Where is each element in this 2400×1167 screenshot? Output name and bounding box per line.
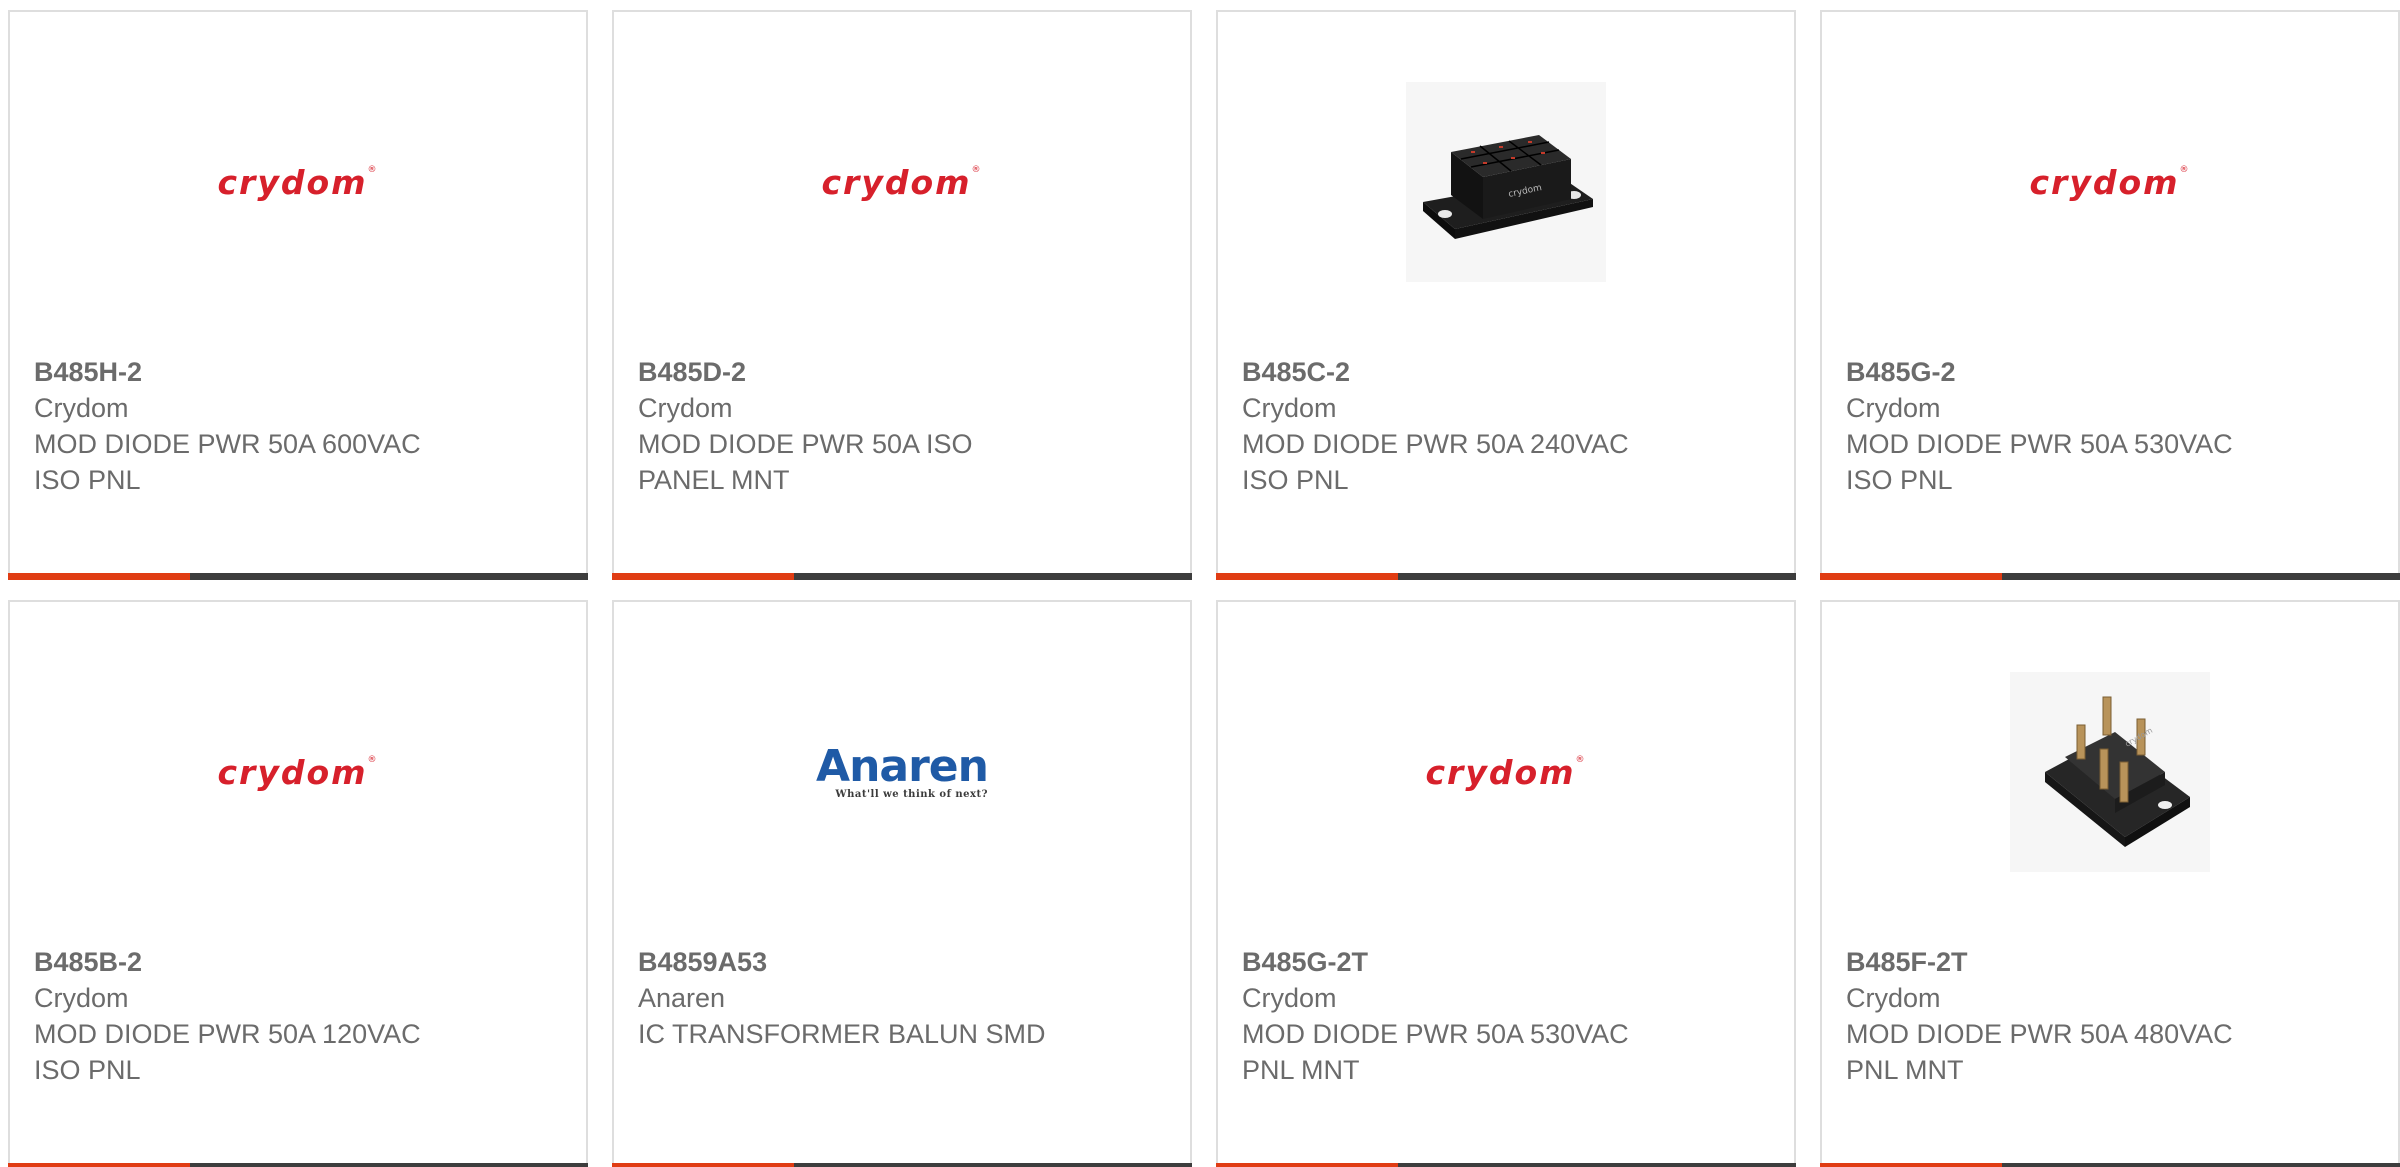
crydom-logo: crydom®: [217, 752, 379, 792]
crydom-logo: crydom®: [217, 162, 379, 202]
card-accent-bar: [1216, 1163, 1398, 1167]
description-line1: MOD DIODE PWR 50A 480VAC: [1846, 1019, 2233, 1049]
product-card[interactable]: crydom® B485B-2 Crydom MOD DIODE PWR 50A…: [8, 600, 588, 1167]
description-line2: ISO PNL: [1242, 465, 1349, 495]
manufacturer: Crydom: [1846, 393, 1941, 423]
card-bottom-bar: [612, 1163, 1192, 1167]
description-line1: MOD DIODE PWR 50A 120VAC: [34, 1019, 421, 1049]
card-accent-bar: [1820, 573, 2002, 580]
manufacturer: Anaren: [638, 983, 726, 1013]
description-line2: ISO PNL: [1846, 465, 1953, 495]
product-image: crydom: [1218, 77, 1794, 287]
description-line1: MOD DIODE PWR 50A ISO: [638, 429, 973, 459]
product-card[interactable]: crydom® B485H-2 Crydom MOD DIODE PWR 50A…: [8, 10, 588, 580]
crydom-logo: crydom®: [821, 162, 983, 202]
card-accent-bar: [612, 573, 794, 580]
description-line1: MOD DIODE PWR 50A 530VAC: [1242, 1019, 1629, 1049]
description-line2: PANEL MNT: [638, 465, 790, 495]
product-image: crydom®: [10, 77, 586, 287]
product-image: crydom®: [1822, 77, 2398, 287]
part-number[interactable]: B4859A53: [638, 944, 1166, 980]
card-accent-bar: [612, 1163, 794, 1167]
card-bottom-bar: [1216, 573, 1796, 580]
card-bottom-bar: [1820, 1163, 2400, 1167]
description-line1: MOD DIODE PWR 50A 530VAC: [1846, 429, 2233, 459]
description-line2: PNL MNT: [1242, 1055, 1360, 1085]
product-image: crydom®: [1218, 667, 1794, 877]
crydom-logo: crydom®: [1425, 752, 1587, 792]
part-number[interactable]: B485H-2: [34, 354, 562, 390]
product-card[interactable]: crydom® B485G-2T Crydom MOD DIODE PWR 50…: [1216, 600, 1796, 1167]
manufacturer: Crydom: [34, 983, 129, 1013]
card-bottom-bar: [8, 1163, 588, 1167]
description-line2: ISO PNL: [34, 465, 141, 495]
description-line2: PNL MNT: [1846, 1055, 1964, 1085]
product-card[interactable]: crydom® B485D-2 Crydom MOD DIODE PWR 50A…: [612, 10, 1192, 580]
card-bottom-bar: [1820, 573, 2400, 580]
description-line1: MOD DIODE PWR 50A 600VAC: [34, 429, 421, 459]
card-accent-bar: [1820, 1163, 2002, 1167]
card-bottom-bar: [612, 573, 1192, 580]
part-number[interactable]: B485D-2: [638, 354, 1166, 390]
manufacturer: Crydom: [1846, 983, 1941, 1013]
product-image: crydom®: [10, 667, 586, 877]
manufacturer: Crydom: [1242, 983, 1337, 1013]
card-bottom-bar: [8, 573, 588, 580]
manufacturer: Crydom: [34, 393, 129, 423]
crydom-logo: crydom®: [2029, 162, 2191, 202]
description-line1: IC TRANSFORMER BALUN SMD: [638, 1019, 1046, 1049]
product-grid: crydom® B485H-2 Crydom MOD DIODE PWR 50A…: [0, 0, 2400, 1167]
description-line1: MOD DIODE PWR 50A 240VAC: [1242, 429, 1629, 459]
product-card[interactable]: crydom B485F-2T Crydom MOD DIODE PWR 50A…: [1820, 600, 2400, 1167]
part-number[interactable]: B485G-2: [1846, 354, 2374, 390]
card-accent-bar: [8, 1163, 190, 1167]
part-number[interactable]: B485C-2: [1242, 354, 1770, 390]
product-image: Anaren What'll we think of next?: [614, 667, 1190, 877]
diode-module-photo: crydom: [1406, 82, 1606, 282]
manufacturer: Crydom: [638, 393, 733, 423]
product-card[interactable]: crydom B485C-2 Crydom MOD DIODE PWR 50A …: [1216, 10, 1796, 580]
card-accent-bar: [8, 573, 190, 580]
product-card[interactable]: crydom® B485G-2 Crydom MOD DIODE PWR 50A…: [1820, 10, 2400, 580]
product-card[interactable]: Anaren What'll we think of next? B4859A5…: [612, 600, 1192, 1167]
card-accent-bar: [1216, 573, 1398, 580]
card-bottom-bar: [1216, 1163, 1796, 1167]
part-number[interactable]: B485G-2T: [1242, 944, 1770, 980]
manufacturer: Crydom: [1242, 393, 1337, 423]
product-image: crydom: [1822, 667, 2398, 877]
diode-module-tab-photo: crydom: [2010, 672, 2210, 872]
anaren-logo: Anaren What'll we think of next?: [816, 740, 989, 800]
product-image: crydom®: [614, 77, 1190, 287]
part-number[interactable]: B485F-2T: [1846, 944, 2374, 980]
description-line2: ISO PNL: [34, 1055, 141, 1085]
part-number[interactable]: B485B-2: [34, 944, 562, 980]
